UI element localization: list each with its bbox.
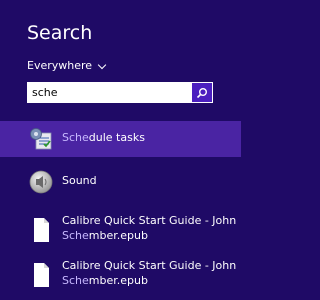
result-calibre-guide[interactable]: Calibre Quick Start Guide - John Schembe… xyxy=(0,254,241,296)
search-icon xyxy=(196,87,207,98)
result-line2: Schember.epub xyxy=(62,228,237,243)
match-text: Sche xyxy=(62,131,89,144)
document-icon xyxy=(27,216,55,244)
rest-text: mber.epub xyxy=(88,229,148,242)
result-line2: Schember.epub xyxy=(62,273,237,288)
document-icon xyxy=(27,261,55,289)
result-label: Sound xyxy=(62,173,237,188)
result-calibre-guide[interactable]: Calibre Quick Start Guide - John Schembe… xyxy=(0,209,241,251)
scope-dropdown[interactable]: Everywhere xyxy=(27,59,107,73)
scope-label: Everywhere xyxy=(27,59,93,72)
search-input[interactable] xyxy=(27,83,192,102)
match-text: Sche xyxy=(62,229,89,242)
rest-text: dule tasks xyxy=(88,131,145,144)
result-line1: Calibre Quick Start Guide - John xyxy=(62,214,237,227)
result-line1: Calibre Quick Start Guide - John xyxy=(62,259,237,272)
search-box[interactable] xyxy=(27,82,213,103)
search-button[interactable] xyxy=(192,83,212,102)
page-title: Search xyxy=(27,22,93,44)
match-text: Sche xyxy=(62,274,89,287)
result-sound[interactable]: Sound xyxy=(0,164,241,200)
result-label: Calibre Quick Start Guide - John Schembe… xyxy=(62,258,237,288)
speaker-icon xyxy=(27,168,55,196)
rest-text: mber.epub xyxy=(88,274,148,287)
rest-text: Sound xyxy=(62,174,97,187)
schedule-tasks-icon xyxy=(27,125,55,153)
result-label: Schedule tasks xyxy=(62,130,237,145)
result-label: Calibre Quick Start Guide - John Schembe… xyxy=(62,213,237,243)
chevron-down-icon xyxy=(97,60,107,69)
result-schedule-tasks[interactable]: Schedule tasks xyxy=(0,121,241,157)
